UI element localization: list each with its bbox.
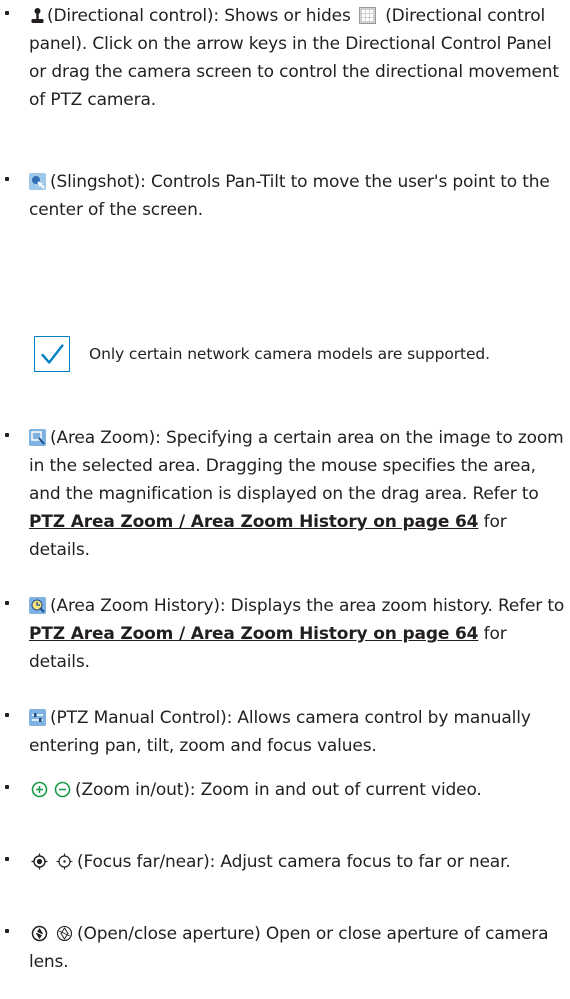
list-item-area-zoom-history: (Area Zoom History): Displays the area z…: [0, 592, 565, 676]
list-item-aperture: (Open/close aperture) Open or close aper…: [0, 920, 565, 976]
grid-panel-icon: [358, 7, 376, 24]
link-ptz-area-zoom[interactable]: PTZ Area Zoom / Area Zoom History on pag…: [29, 512, 479, 532]
joystick-icon: [29, 7, 44, 24]
bullet: [5, 785, 9, 789]
list-item-area-zoom: (Area Zoom): Specifying a certain area o…: [0, 424, 565, 564]
close-aperture-icon: [56, 925, 73, 942]
slingshot-icon: [29, 173, 46, 190]
manual-page: (Directional control): Shows or hides (D…: [0, 0, 570, 999]
bullet: [5, 11, 9, 15]
bullet: [5, 433, 9, 437]
list-item-directional-control: (Directional control): Shows or hides (D…: [0, 2, 565, 132]
note-callout: Only certain network camera models are s…: [34, 336, 554, 378]
focus-far-icon: [31, 853, 48, 870]
focus-near-icon: [56, 853, 73, 870]
bullet: [5, 857, 9, 861]
list-item-zoom-in-out: (Zoom in/out): Zoom in and out of curren…: [0, 776, 565, 832]
list-item-ptz-manual-control: (PTZ Manual Control): Allows camera cont…: [0, 704, 565, 760]
ptz-manual-control-icon: [29, 709, 46, 726]
bullet: [5, 601, 9, 605]
zoom-in-icon: [31, 781, 48, 798]
bullet: [5, 177, 9, 181]
open-aperture-icon: [31, 925, 48, 942]
list-item-slingshot: (Slingshot): Controls Pan-Tilt to move t…: [0, 168, 565, 228]
area-zoom-icon: [29, 429, 46, 446]
checkmark-icon: [34, 336, 70, 372]
link-ptz-area-zoom-history[interactable]: PTZ Area Zoom / Area Zoom History on pag…: [29, 624, 479, 644]
bullet: [5, 929, 9, 933]
note-text: Only certain network camera models are s…: [89, 345, 490, 363]
zoom-out-icon: [54, 781, 71, 798]
area-zoom-history-icon: [29, 597, 46, 614]
bullet: [5, 713, 9, 717]
list-item-focus-far-near: (Focus far/near): Adjust camera focus to…: [0, 848, 565, 904]
